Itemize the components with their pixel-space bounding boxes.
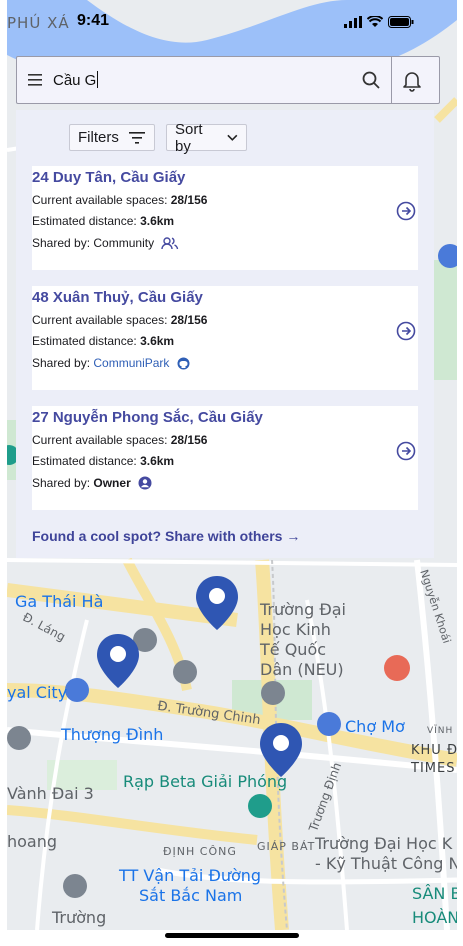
status-location: PHÚ XÁ [7,14,70,32]
status-bar: PHÚ XÁ 9:41 [7,8,457,38]
available-spaces: Current available spaces: 28/156 [32,313,208,327]
map-label-giap-bat: GIÁP BÁT [257,840,316,853]
phone-screen: Ga Thái Hà Trường Đại Học Kinh Tế Quốc D… [7,0,457,930]
people-icon [161,237,179,250]
map-label-tt-van-tai: TT Vận Tải Đường Sắt Bắc Nam [119,866,262,905]
search-divider [391,57,392,103]
map-label-san-bay: SÂN B HOÀNG [412,884,457,927]
results-panel: Filters Sort by 24 Duy Tân, Cầu Giấy Cur… [16,110,434,558]
arrow-circle-right-icon[interactable] [396,321,416,341]
map-label-vinh: VĨNH [427,726,454,736]
shared-by: Shared by: Community [32,236,179,250]
chevron-down-icon [227,134,238,141]
map-pin[interactable] [258,721,304,779]
result-title: 48 Xuân Thuỷ, Cầu Giấy [32,289,203,306]
map-label-yal-city: yal City [7,683,68,702]
search-bar: Cầu G [16,56,440,104]
result-card[interactable]: 27 Nguyễn Phong Sắc, Cầu Giấy Current av… [32,406,418,510]
signal-icon [344,16,362,28]
estimated-distance: Estimated distance: 3.6km [32,334,175,348]
shared-by-link[interactable]: CommuniPark [93,356,169,370]
arrow-circle-right-icon[interactable] [396,201,416,221]
map-label-thuong-dinh: Thượng Đình [61,725,164,744]
map-label-dh-ky-thuat: Trường Đại Học K - Kỹ Thuật Công N [315,834,457,873]
estimated-distance: Estimated distance: 3.6km [32,454,175,468]
filter-lines-icon [128,131,145,144]
search-input[interactable]: Cầu G [53,71,99,89]
result-title: 24 Duy Tân, Cầu Giấy [32,169,186,186]
map-label-ga-thai-ha: Ga Thái Hà [15,592,104,611]
map-label-cho-mo: Chợ Mơ [345,717,405,736]
result-card[interactable]: 48 Xuân Thuỷ, Cầu Giấy Current available… [32,286,418,390]
map-label-vanh-dai-3: Vành Đai 3 [7,784,94,803]
status-time: 9:41 [77,12,110,29]
results-controls: Filters Sort by [69,121,247,155]
shared-by: Shared by: CommuniPark [32,356,190,370]
share-spot-link[interactable]: Found a cool spot? Share with others → [32,528,300,544]
github-icon [177,357,190,370]
available-spaces: Current available spaces: 28/156 [32,193,208,207]
bell-icon[interactable] [400,68,424,92]
battery-icon [388,16,414,28]
map-pin[interactable] [194,574,240,632]
status-icons [344,16,414,28]
result-title: 27 Nguyễn Phong Sắc, Cầu Giấy [32,409,263,426]
shared-by: Shared by: Owner [32,476,152,490]
text-cursor [97,71,99,88]
map-pin[interactable] [95,632,141,690]
filters-button[interactable]: Filters [69,124,155,151]
estimated-distance: Estimated distance: 3.6km [32,214,175,228]
wifi-icon [367,16,383,27]
sort-by-button[interactable]: Sort by [166,121,247,155]
map-label-khu-d: KHU Đ TIMES [411,743,457,776]
user-circle-icon [138,476,152,490]
arrow-circle-right-icon[interactable] [396,441,416,461]
home-indicator[interactable] [165,933,299,938]
map-label-neu: Trường Đại Học Kinh Tế Quốc Dân (NEU) [260,600,346,679]
sort-label: Sort by [175,120,203,155]
menu-icon[interactable] [27,71,45,89]
result-card[interactable]: 24 Duy Tân, Cầu Giấy Current available s… [32,166,418,270]
search-icon[interactable] [360,69,382,91]
map-label-truong-bottom: Trường [52,908,107,927]
map-label-hoang: hoang [7,832,58,851]
available-spaces: Current available spaces: 28/156 [32,433,208,447]
map-label-dinh-cong: ĐỊNH CÔNG [163,845,237,858]
filters-label: Filters [78,129,119,146]
